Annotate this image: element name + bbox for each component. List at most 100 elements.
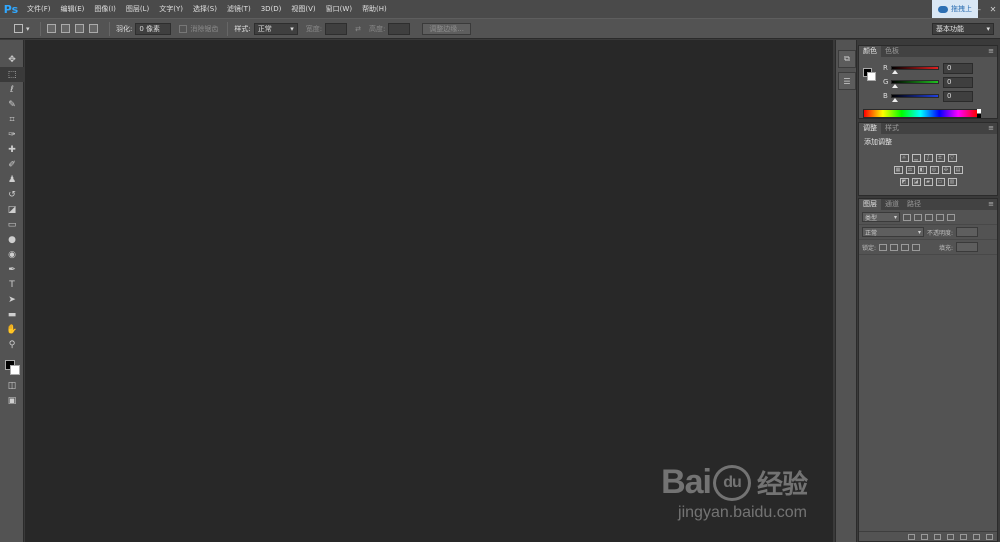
panel-menu-icon[interactable]: ≡: [988, 124, 994, 132]
menu-help[interactable]: 帮助(H): [357, 0, 392, 18]
antialias-checkbox[interactable]: [179, 24, 188, 33]
shape-tool-icon[interactable]: ▬: [0, 307, 24, 322]
blend-mode-select[interactable]: 正常 ▾: [862, 227, 924, 237]
style-select[interactable]: 正常 ▾: [253, 22, 298, 35]
history-brush-tool-icon[interactable]: ↺: [0, 187, 24, 202]
quick-mask-icon[interactable]: ◫: [0, 378, 24, 393]
crop-tool-icon[interactable]: ⌗: [0, 112, 24, 127]
lasso-tool-icon[interactable]: ℓ: [0, 82, 24, 97]
menu-filter[interactable]: 滤镜(T): [222, 0, 256, 18]
filter-shape-icon[interactable]: [936, 213, 944, 221]
properties-panel-icon[interactable]: ☰: [838, 72, 856, 90]
blue-slider[interactable]: [891, 94, 939, 102]
hand-tool-icon[interactable]: ✋: [0, 322, 24, 337]
brush-tool-icon[interactable]: ✐: [0, 157, 24, 172]
tab-styles[interactable]: 样式: [881, 123, 903, 134]
tab-channels[interactable]: 通道: [881, 199, 903, 210]
photo-filter-icon[interactable]: ◎: [929, 166, 939, 174]
blue-value-input[interactable]: 0: [943, 90, 973, 102]
lock-transparent-icon[interactable]: [879, 243, 888, 251]
opacity-input[interactable]: [956, 227, 979, 237]
filter-smart-object-icon[interactable]: [947, 213, 955, 221]
hue-saturation-icon[interactable]: ▦: [893, 166, 903, 174]
gradient-tool-icon[interactable]: ▭: [0, 217, 24, 232]
color-spectrum[interactable]: [863, 109, 981, 118]
gradient-map-icon[interactable]: ▭: [935, 178, 945, 186]
selective-color-icon[interactable]: ▥: [947, 178, 957, 186]
filter-pixel-icon[interactable]: [903, 213, 911, 221]
new-group-icon[interactable]: [960, 533, 967, 540]
slider-thumb[interactable]: [892, 70, 898, 74]
pen-tool-icon[interactable]: ✒: [0, 262, 24, 277]
quick-select-tool-icon[interactable]: ✎: [0, 97, 24, 112]
path-select-tool-icon[interactable]: ➤: [0, 292, 24, 307]
slider-thumb[interactable]: [892, 98, 898, 102]
invert-icon[interactable]: ◩: [899, 178, 909, 186]
add-selection-button[interactable]: [61, 24, 70, 33]
menu-layer[interactable]: 图层(L): [121, 0, 154, 18]
panel-background-swatch[interactable]: [867, 72, 876, 81]
menu-type[interactable]: 文字(Y): [154, 0, 188, 18]
brightness-contrast-icon[interactable]: ☼: [899, 154, 909, 162]
feather-input[interactable]: 0 像素: [135, 22, 172, 35]
tab-paths[interactable]: 路径: [903, 199, 925, 210]
filter-type-icon[interactable]: [925, 213, 933, 221]
healing-brush-tool-icon[interactable]: ✚: [0, 142, 24, 157]
new-selection-button[interactable]: [47, 24, 56, 33]
panel-menu-icon[interactable]: ≡: [988, 47, 994, 55]
marquee-tool-icon[interactable]: ⬚: [0, 67, 24, 82]
black-white-icon[interactable]: ◧: [917, 166, 927, 174]
color-lookup-icon[interactable]: ▤: [953, 166, 963, 174]
menu-image[interactable]: 图像(I): [89, 0, 121, 18]
history-panel-icon[interactable]: ⧉: [838, 50, 856, 68]
minimize-icon[interactable]: –: [972, 0, 986, 18]
vibrance-icon[interactable]: ▽: [947, 154, 957, 162]
red-value-input[interactable]: 0: [943, 62, 973, 74]
close-icon[interactable]: ✕: [986, 0, 1000, 18]
tool-preset-picker[interactable]: ▾: [14, 22, 34, 36]
subtract-selection-button[interactable]: [75, 24, 84, 33]
layers-list[interactable]: [859, 255, 997, 526]
new-adjustment-icon[interactable]: [947, 533, 954, 540]
fill-input[interactable]: [956, 242, 979, 252]
tab-color[interactable]: 颜色: [859, 46, 881, 57]
new-layer-icon[interactable]: [973, 533, 980, 540]
layer-filter-select[interactable]: 类型 ▾: [862, 212, 900, 222]
background-color-swatch[interactable]: [10, 365, 20, 375]
delete-layer-icon[interactable]: [986, 533, 993, 540]
exposure-icon[interactable]: ±: [935, 154, 945, 162]
screen-mode-icon[interactable]: ▣: [0, 393, 24, 408]
channel-mixer-icon[interactable]: ✣: [941, 166, 951, 174]
threshold-icon[interactable]: ▰: [923, 178, 933, 186]
tab-layers[interactable]: 图层: [859, 199, 881, 210]
canvas-area[interactable]: Bai du 经验 jingyan.baidu.com: [25, 40, 833, 542]
refine-edge-button[interactable]: 调整边缘...: [422, 22, 471, 35]
menu-edit[interactable]: 编辑(E): [56, 0, 90, 18]
posterize-icon[interactable]: ◪: [911, 178, 921, 186]
swap-icon[interactable]: ⇄: [355, 25, 361, 33]
eyedropper-tool-icon[interactable]: ✑: [0, 127, 24, 142]
curves-icon[interactable]: ∫: [923, 154, 933, 162]
type-tool-icon[interactable]: T: [0, 277, 24, 292]
zoom-tool-icon[interactable]: ⚲: [0, 337, 24, 352]
intersect-selection-button[interactable]: [89, 24, 98, 33]
green-slider[interactable]: [891, 80, 939, 88]
filter-adjustment-icon[interactable]: [914, 213, 922, 221]
layer-style-icon[interactable]: [921, 533, 928, 540]
green-value-input[interactable]: 0: [943, 76, 973, 88]
clone-stamp-tool-icon[interactable]: ♟: [0, 172, 24, 187]
menu-window[interactable]: 窗口(W): [321, 0, 357, 18]
workspace-select[interactable]: 基本功能 ▾: [932, 23, 994, 35]
tab-swatches[interactable]: 色板: [881, 46, 903, 57]
red-slider[interactable]: [891, 66, 939, 74]
lock-all-icon[interactable]: [912, 243, 921, 251]
menu-view[interactable]: 视图(V): [286, 0, 320, 18]
slider-thumb[interactable]: [892, 84, 898, 88]
panel-menu-icon[interactable]: ≡: [988, 200, 994, 208]
add-mask-icon[interactable]: [934, 533, 941, 540]
menu-3d[interactable]: 3D(D): [256, 0, 287, 18]
lock-position-icon[interactable]: [901, 243, 910, 251]
move-tool-icon[interactable]: ✥: [0, 52, 24, 67]
link-layers-icon[interactable]: [908, 533, 915, 540]
height-input[interactable]: [388, 22, 411, 35]
